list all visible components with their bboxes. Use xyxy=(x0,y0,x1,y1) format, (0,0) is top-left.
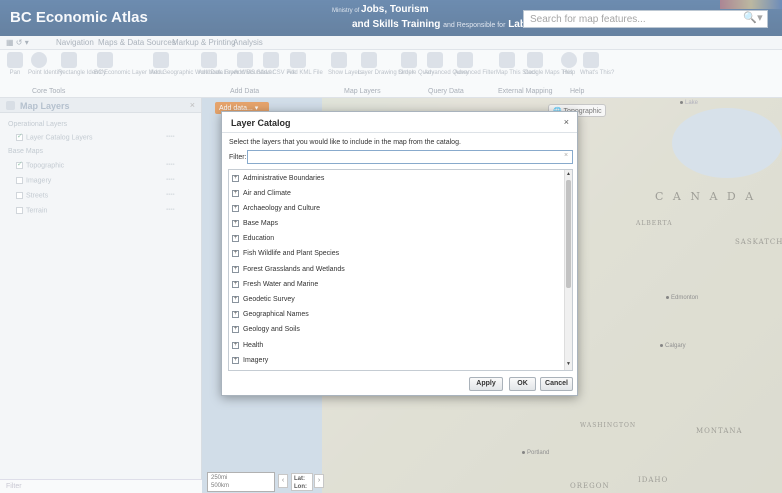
dialog-instruction: Select the layers that you would like to… xyxy=(229,139,461,146)
expand-icon[interactable]: + xyxy=(232,281,239,288)
app-window: BC Economic Atlas Ministry of Jobs, Tour… xyxy=(0,0,782,493)
scroll-thumb[interactable] xyxy=(566,180,571,288)
divider xyxy=(222,132,577,133)
apply-button[interactable]: Apply xyxy=(469,377,503,391)
catalog-item-forest-grasslands[interactable]: + Forest Grasslands and Wetlands xyxy=(232,262,345,277)
layer-catalog-dialog: Layer Catalog × Select the layers that y… xyxy=(221,111,578,396)
ok-button[interactable]: OK xyxy=(509,377,536,391)
expand-icon[interactable]: + xyxy=(232,266,239,273)
cancel-button[interactable]: Cancel xyxy=(540,377,573,391)
catalog-item-label: Fresh Water and Marine xyxy=(243,281,319,288)
catalog-item-geographical-names[interactable]: + Geographical Names xyxy=(232,307,309,322)
expand-icon[interactable]: + xyxy=(232,175,239,182)
catalog-item-archaeology-and-culture[interactable]: + Archaeology and Culture xyxy=(232,201,320,216)
scroll-down-icon[interactable]: ▼ xyxy=(565,361,572,369)
catalog-item-label: Imagery xyxy=(243,357,269,364)
filter-label: Filter: xyxy=(229,154,247,161)
catalog-list: + Administrative Boundaries + Air and Clim… xyxy=(228,169,573,371)
expand-icon[interactable]: + xyxy=(232,190,239,197)
catalog-item-administrative-boundaries[interactable]: + Administrative Boundaries xyxy=(232,171,324,186)
close-icon[interactable]: × xyxy=(564,117,569,127)
catalog-item-label: Geographical Names xyxy=(243,311,309,318)
catalog-scrollbar[interactable]: ▲ ▼ xyxy=(564,170,572,370)
expand-icon[interactable]: + xyxy=(232,250,239,257)
dialog-title: Layer Catalog xyxy=(231,118,291,128)
catalog-item-label: Geology and Soils xyxy=(243,326,300,333)
catalog-item-label: Education xyxy=(243,235,275,242)
catalog-item-label: Forest Grasslands and Wetlands xyxy=(243,266,345,273)
catalog-item-label: Air and Climate xyxy=(243,190,291,197)
expand-icon[interactable]: + xyxy=(232,342,239,349)
expand-icon[interactable]: + xyxy=(232,220,239,227)
catalog-item-label: Health xyxy=(243,342,264,349)
catalog-item-label: Base Maps xyxy=(243,220,279,227)
catalog-item-air-and-climate[interactable]: + Air and Climate xyxy=(232,186,291,201)
clear-filter-icon[interactable]: × xyxy=(564,152,568,159)
catalog-item-fish-wildlife[interactable]: + Fish Wildlife and Plant Species xyxy=(232,246,339,261)
expand-icon[interactable]: + xyxy=(232,205,239,212)
expand-icon[interactable]: + xyxy=(232,311,239,318)
expand-icon[interactable]: + xyxy=(232,235,239,242)
catalog-item-label: Fish Wildlife and Plant Species xyxy=(243,250,340,257)
catalog-item-health[interactable]: + Health xyxy=(232,338,263,353)
catalog-item-label: Archaeology and Culture xyxy=(243,205,321,212)
catalog-item-education[interactable]: + Education xyxy=(232,231,274,246)
catalog-item-geology-and-soils[interactable]: + Geology and Soils xyxy=(232,322,300,337)
catalog-item-fresh-water-marine[interactable]: + Fresh Water and Marine xyxy=(232,277,318,292)
catalog-item-imagery[interactable]: + Imagery xyxy=(232,353,268,368)
expand-icon[interactable]: + xyxy=(232,296,239,303)
scroll-up-icon[interactable]: ▲ xyxy=(565,171,572,179)
expand-icon[interactable]: + xyxy=(232,357,239,364)
catalog-item-label: Geodetic Survey xyxy=(243,296,295,303)
catalog-item-label: Administrative Boundaries xyxy=(243,175,325,182)
catalog-item-geodetic-survey[interactable]: + Geodetic Survey xyxy=(232,292,295,307)
filter-input[interactable] xyxy=(247,150,573,164)
expand-icon[interactable]: + xyxy=(232,326,239,333)
catalog-item-base-maps[interactable]: + Base Maps xyxy=(232,216,278,231)
